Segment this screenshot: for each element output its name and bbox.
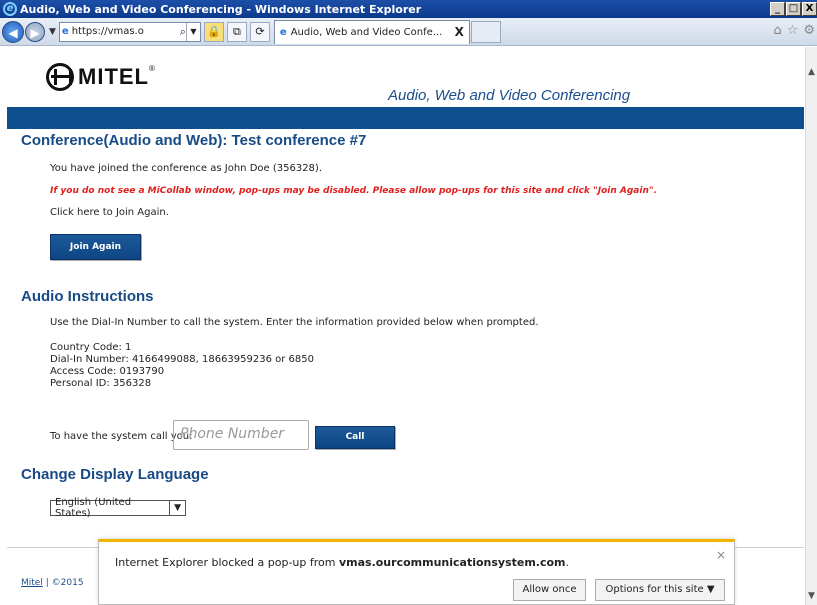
browser-navbar: ◀ ▶ ▼ e https://vmas.o ⌕ ▼ 🔒 ⧉ ⟳ e Audio… bbox=[0, 18, 817, 46]
notification-close-icon[interactable]: × bbox=[716, 548, 726, 562]
language-select[interactable]: English (United States) ▼ bbox=[50, 497, 186, 519]
popup-warning: If you do not see a MiCollab window, pop… bbox=[50, 186, 657, 196]
tab-active[interactable]: e Audio, Web and Video Confe... X bbox=[273, 19, 470, 44]
new-tab-button[interactable] bbox=[470, 20, 501, 43]
forward-button[interactable]: ▶ bbox=[25, 21, 45, 42]
call-prompt-label: To have the system call you: bbox=[50, 431, 193, 442]
copyright: ©2015 bbox=[51, 578, 84, 588]
audio-instruction-text: Use the Dial-In Number to call the syste… bbox=[50, 317, 539, 328]
access-code: Access Code: 0193790 bbox=[50, 366, 165, 377]
address-text: https://vmas.o bbox=[71, 26, 144, 37]
change-language-heading: Change Display Language bbox=[21, 466, 209, 483]
history-dropdown-icon[interactable]: ▼ bbox=[49, 27, 56, 37]
page-header-title: Audio, Web and Video Conferencing bbox=[388, 87, 631, 104]
blocked-domain: vmas.ourcommunicationsystem.com bbox=[338, 556, 566, 569]
window-titlebar: e Audio, Web and Video Conferencing - Wi… bbox=[0, 0, 817, 18]
options-for-site-button[interactable]: Options for this site ▼ bbox=[595, 579, 725, 601]
conference-heading: Conference(Audio and Web): Test conferen… bbox=[21, 132, 367, 149]
address-bar[interactable]: e https://vmas.o ⌕ ▼ bbox=[58, 21, 201, 42]
notification-message: Internet Explorer blocked a pop-up from … bbox=[115, 556, 570, 569]
footer: Mitel | ©2015 bbox=[21, 578, 84, 588]
address-dropdown-icon[interactable]: ▼ bbox=[185, 22, 200, 41]
personal-id: Personal ID: 356328 bbox=[50, 378, 152, 389]
logo-text: MITEL® bbox=[78, 64, 156, 89]
window-controls: _ □ X bbox=[770, 2, 817, 16]
chevron-down-icon[interactable]: ▼ bbox=[169, 501, 185, 515]
tab-title: Audio, Web and Video Confe... bbox=[290, 26, 443, 38]
tab-close-icon[interactable]: X bbox=[455, 25, 464, 39]
home-icon[interactable]: ⌂ bbox=[773, 23, 781, 38]
close-window-button[interactable]: X bbox=[802, 2, 817, 16]
mitel-link[interactable]: Mitel bbox=[21, 578, 43, 588]
click-here-text: Click here to Join Again. bbox=[50, 207, 169, 218]
language-selected-value: English (United States) bbox=[55, 497, 132, 519]
joined-text: You have joined the conference as John D… bbox=[50, 163, 322, 174]
browser-right-tools: ⌂ ☆ ⚙ bbox=[773, 23, 815, 38]
back-button[interactable]: ◀ bbox=[2, 20, 24, 43]
ie-logo-icon: e bbox=[3, 2, 17, 16]
allow-once-button[interactable]: Allow once bbox=[513, 579, 586, 601]
call-button[interactable]: Call bbox=[315, 426, 395, 449]
mitel-logo-icon bbox=[46, 63, 74, 91]
maximize-button[interactable]: □ bbox=[786, 2, 801, 16]
scroll-up-icon[interactable]: ▲ bbox=[808, 67, 815, 77]
minimize-button[interactable]: _ bbox=[770, 2, 785, 16]
lock-icon[interactable]: 🔒 bbox=[203, 21, 224, 42]
country-code: Country Code: 1 bbox=[50, 342, 132, 353]
tab-favicon-icon: e bbox=[279, 26, 287, 38]
vertical-scrollbar[interactable]: ▲ ▼ bbox=[805, 47, 817, 605]
phone-number-input[interactable]: Phone Number bbox=[173, 420, 309, 450]
join-again-button[interactable]: Join Again bbox=[50, 234, 141, 260]
header-band bbox=[7, 107, 804, 129]
window-title: Audio, Web and Video Conferencing - Wind… bbox=[20, 2, 422, 16]
settings-gear-icon[interactable]: ⚙ bbox=[803, 23, 815, 38]
audio-instructions-heading: Audio Instructions bbox=[21, 288, 154, 305]
favorites-star-icon[interactable]: ☆ bbox=[787, 23, 799, 38]
compatibility-view-icon[interactable]: ⧉ bbox=[226, 21, 247, 42]
site-favicon-icon: e bbox=[61, 26, 69, 37]
popup-blocked-notification: Internet Explorer blocked a pop-up from … bbox=[98, 539, 735, 605]
mitel-logo: MITEL® bbox=[46, 63, 156, 91]
scroll-down-icon[interactable]: ▼ bbox=[808, 591, 815, 601]
refresh-icon[interactable]: ⟳ bbox=[249, 21, 270, 42]
dial-in-number: Dial-In Number: 4166499088, 18663959236 … bbox=[50, 354, 315, 365]
footer-separator: | bbox=[45, 578, 49, 588]
